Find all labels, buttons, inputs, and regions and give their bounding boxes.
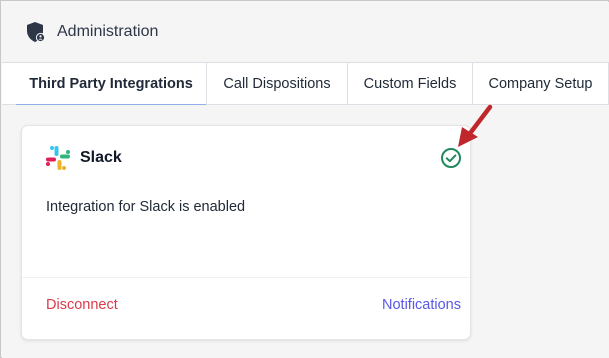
card-header: Slack [44,144,122,172]
page-header: Administration [2,2,609,62]
integrations-panel: Slack Integration for Slack is enabled D… [2,105,609,358]
integration-name: Slack [80,149,122,166]
window-frame: Administration Third Party Integrations … [0,0,609,358]
tab-company-setup[interactable]: Company Setup [473,63,609,105]
shield-icon [26,21,48,43]
tab-custom-fields[interactable]: Custom Fields [348,63,473,105]
slack-logo-icon [46,146,70,170]
page-title: Administration [57,23,159,40]
tab-call-dispositions[interactable]: Call Dispositions [207,63,348,105]
tab-third-party-integrations[interactable]: Third Party Integrations [16,63,207,106]
integration-status-text: Integration for Slack is enabled [46,199,246,215]
card-divider [22,277,470,278]
disconnect-button[interactable]: Disconnect [46,297,118,313]
notifications-link[interactable]: Notifications [382,297,461,313]
slack-integration-card: Slack Integration for Slack is enabled D… [21,125,471,340]
tab-bar: Third Party Integrations Call Dispositio… [2,62,609,106]
red-arrow-icon [458,104,493,147]
